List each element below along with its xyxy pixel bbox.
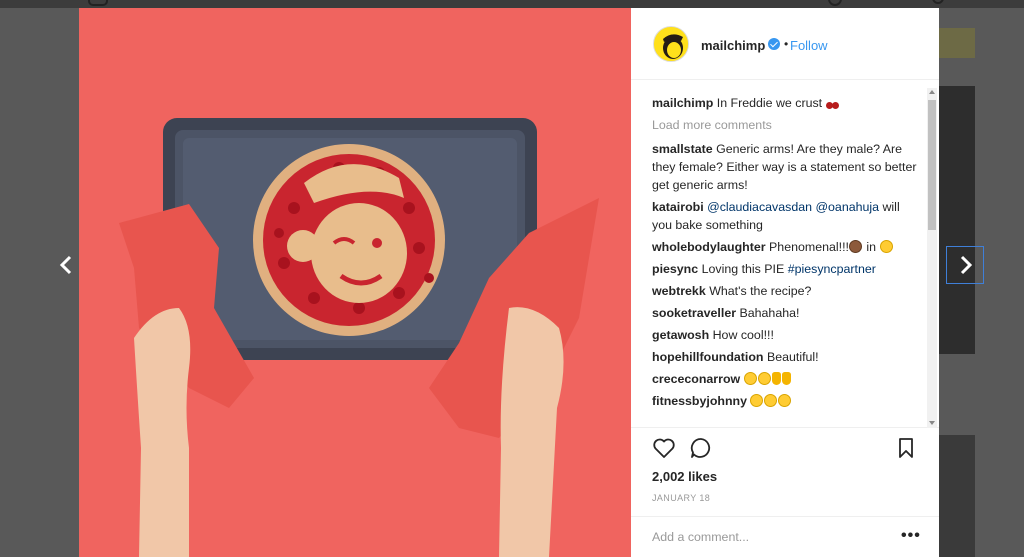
header-username[interactable]: mailchimp	[701, 38, 765, 53]
comment-username[interactable]: smallstate	[652, 142, 713, 156]
comment-username[interactable]: crececonarrow	[652, 372, 740, 386]
comment-username[interactable]: piesync	[652, 262, 698, 276]
comment-text: How cool!!!	[712, 328, 774, 342]
list-item: getawosh How cool!!!	[652, 326, 922, 344]
hashtag-link[interactable]: #piesyncpartner	[788, 262, 876, 276]
comment-username[interactable]: sooketraveller	[652, 306, 736, 320]
heart-icon[interactable]	[652, 436, 676, 460]
ok-hand-emoji-icon	[771, 372, 781, 385]
smile-emoji-icon	[750, 394, 764, 407]
list-item: piesync Loving this PIE #piesyncpartner	[652, 260, 922, 278]
background-thumbnail-2	[939, 435, 975, 557]
comment-list: mailchimp In Freddie we crust Load more …	[652, 94, 922, 414]
post-details-panel: mailchimp • Follow mailchimp In Freddie …	[631, 8, 939, 557]
post-header: mailchimp • Follow	[631, 8, 939, 80]
bookmark-icon[interactable]	[894, 436, 918, 460]
background-strip	[939, 28, 975, 58]
comment-username[interactable]: wholebodylaughter	[652, 240, 766, 254]
load-more-comments-button[interactable]: Load more comments	[652, 116, 922, 134]
avatar[interactable]	[653, 26, 689, 62]
monkey-emoji-icon	[848, 240, 862, 253]
smile-emoji-icon	[778, 394, 792, 407]
mention-link[interactable]: @claudiacavasdan	[707, 200, 812, 214]
list-item: webtrekk What's the recipe?	[652, 282, 922, 300]
scroll-thumb[interactable]	[928, 100, 936, 230]
next-post-button[interactable]	[946, 246, 984, 284]
chevron-left-icon	[59, 255, 72, 275]
list-item: fitnessbyjohnny	[652, 392, 922, 410]
comment-username[interactable]: webtrekk	[652, 284, 706, 298]
follow-button[interactable]: Follow	[790, 38, 828, 53]
more-options-button[interactable]: •••	[901, 527, 921, 545]
list-item: sooketraveller Bahahaha!	[652, 304, 922, 322]
post-photo[interactable]	[79, 8, 631, 557]
comment-text: What's the recipe?	[709, 284, 812, 298]
scroll-down-icon[interactable]	[929, 421, 935, 425]
comment-username[interactable]: getawosh	[652, 328, 709, 342]
cherry-emoji-icon	[825, 96, 840, 109]
add-comment-input[interactable]	[652, 530, 892, 544]
background-top-bar	[0, 0, 1024, 8]
background-thumbnail	[939, 86, 975, 354]
comment-text: Beautiful!	[766, 350, 819, 364]
list-item: smallstate Generic arms! Are they male? …	[652, 140, 922, 194]
mention-link[interactable]: @oanahuja	[815, 200, 879, 214]
comments-scrollbar[interactable]	[927, 88, 937, 428]
comment-username[interactable]: fitnessbyjohnny	[652, 394, 747, 408]
grin-emoji-icon	[743, 372, 757, 385]
comment-text: Bahahaha!	[739, 306, 800, 320]
scroll-up-icon[interactable]	[929, 90, 935, 94]
list-item: katairobi @claudiacavasdan @oanahuja wil…	[652, 198, 922, 234]
chevron-right-icon	[960, 255, 973, 275]
ok-hand-emoji-icon	[781, 372, 791, 385]
post-actions	[631, 436, 939, 466]
pie-photo-illustration	[79, 8, 631, 557]
post-date[interactable]: JANUARY 18	[652, 493, 710, 503]
comment-text: Phenomenal!!!	[769, 240, 849, 254]
add-comment-section: •••	[631, 516, 939, 557]
comments-section: mailchimp In Freddie we crust Load more …	[631, 88, 939, 428]
mailchimp-logo-icon	[654, 27, 688, 61]
list-item: hopehillfoundation Beautiful!	[652, 348, 922, 366]
comment-username[interactable]: katairobi	[652, 200, 704, 214]
list-item: crececonarrow	[652, 370, 922, 388]
caption: mailchimp In Freddie we crust	[652, 94, 922, 112]
pie-emoji-icon	[879, 240, 893, 253]
separator-dot: •	[784, 37, 789, 51]
caption-username[interactable]: mailchimp	[652, 96, 713, 110]
comment-icon[interactable]	[689, 436, 713, 460]
caption-text: In Freddie we crust	[716, 96, 823, 110]
likes-count[interactable]: 2,002 likes	[652, 469, 717, 484]
comment-username[interactable]: hopehillfoundation	[652, 350, 764, 364]
grin-emoji-icon	[757, 372, 771, 385]
list-item: wholebodylaughter Phenomenal!!! in	[652, 238, 922, 256]
camera-icon	[88, 0, 108, 6]
comment-text-tail: in	[866, 240, 877, 254]
comment-text: Loving this PIE	[701, 262, 785, 276]
smile-emoji-icon	[764, 394, 778, 407]
verified-badge-icon	[768, 38, 780, 50]
